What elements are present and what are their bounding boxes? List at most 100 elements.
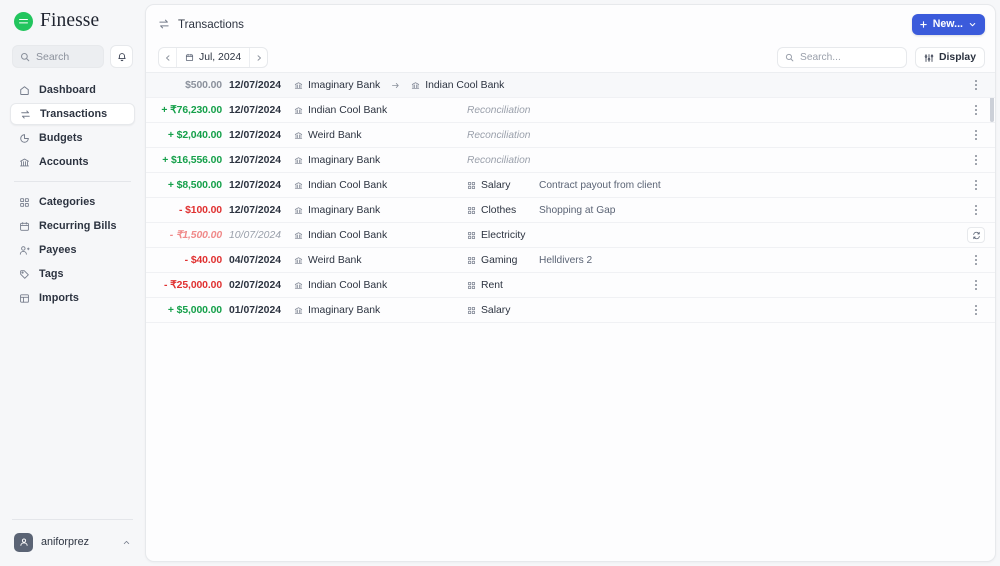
transaction-date: 12/07/2024 [229,129,282,141]
reconciliation-label: Reconciliation [467,129,531,141]
more-vertical-icon[interactable] [969,302,983,318]
target-account-chip: Indian Cool Bank [411,80,504,91]
sidebar-item-budgets[interactable]: Budgets [10,127,135,149]
pie-chart-icon [18,132,30,144]
account-chip: Weird Bank [294,130,362,141]
transactions-table[interactable]: $500.00 12/07/2024 Imaginary Bank Indian Co… [146,72,995,561]
table-row[interactable]: + $5,000.00 01/07/2024 Imaginary Bank Salar… [146,298,995,323]
period-button[interactable]: Jul, 2024 [176,48,251,67]
grid-icon [467,181,476,190]
transaction-account-cell: Weird Bank [294,255,467,266]
sidebar-item-accounts[interactable]: Accounts [10,151,135,173]
bank-icon [294,256,303,265]
period-label: Jul, 2024 [199,52,242,63]
transaction-account-cell: Indian Cool Bank [294,280,467,291]
user-plus-icon [18,244,30,256]
next-month-button[interactable] [250,48,267,67]
page-title: Transactions [178,17,244,31]
table-row[interactable]: + $16,556.00 12/07/2024 Imaginary Bank Reco… [146,148,995,173]
sidebar-item-label: Imports [39,292,79,304]
row-actions [961,127,991,143]
transaction-account-cell: Indian Cool Bank [294,230,467,241]
row-actions [961,302,991,318]
table-row[interactable]: $500.00 12/07/2024 Imaginary Bank Indian Co… [146,73,995,98]
transaction-amount: + $2,040.00 [167,129,222,141]
bank-icon [294,281,303,290]
table-row[interactable]: - ₹25,000.00 02/07/2024 Indian Cool Bank Re… [146,273,995,298]
transaction-note: Shopping at Gap [539,204,616,216]
account-name: Imaginary Bank [308,204,381,216]
table-row[interactable]: + ₹76,230.00 12/07/2024 Indian Cool Bank Re… [146,98,995,123]
plus-icon [919,20,928,29]
account-chip: Imaginary Bank [294,155,380,166]
transaction-amount: + ₹76,230.00 [161,105,222,116]
bank-icon [294,81,303,90]
row-actions [961,227,991,243]
more-vertical-icon[interactable] [969,77,983,93]
transactions-search-placeholder: Search... [800,52,841,63]
new-button[interactable]: New... [911,13,985,35]
account-name: Indian Cool Bank [308,104,388,116]
sliders-icon [924,53,934,63]
row-actions [961,102,991,118]
sidebar-item-payees[interactable]: Payees [10,239,135,261]
account-chip: Imaginary Bank [294,205,380,216]
sidebar-item-tags[interactable]: Tags [10,263,135,285]
transaction-date: 12/07/2024 [229,179,282,191]
search-input[interactable]: Search [12,45,104,68]
grid-icon [467,306,476,315]
transfer-arrows-icon [158,18,170,30]
sidebar-item-transactions[interactable]: Transactions [10,103,135,125]
transaction-account-cell: Weird Bank [294,130,467,141]
sidebar-item-recurring-bills[interactable]: Recurring Bills [10,215,135,237]
category-name: Electricity [481,229,526,241]
table-row[interactable]: - $40.00 04/07/2024 Weird Bank Gaming Helldi… [146,248,995,273]
bank-icon [294,231,303,240]
user-name: aniforprez [41,536,90,548]
target-account-name: Indian Cool Bank [425,79,505,91]
sidebar-footer-divider [12,519,133,520]
search-icon [20,52,30,62]
display-button[interactable]: Display [915,47,985,68]
transaction-date: 12/07/2024 [229,204,282,216]
more-vertical-icon[interactable] [969,102,983,118]
new-button-label: New... [932,18,963,30]
grid-icon [467,206,476,215]
more-vertical-icon[interactable] [969,277,983,293]
recurring-icon[interactable] [967,227,985,243]
row-actions [961,77,991,93]
table-row[interactable]: + $8,500.00 12/07/2024 Indian Cool Bank Sal… [146,173,995,198]
sidebar-item-imports[interactable]: Imports [10,287,135,309]
more-vertical-icon[interactable] [969,177,983,193]
user-menu-button[interactable]: aniforprez [10,527,135,557]
transaction-category-cell: Electricity [467,230,539,241]
more-vertical-icon[interactable] [969,152,983,168]
prev-month-button[interactable] [159,48,176,67]
table-row[interactable]: + $2,040.00 12/07/2024 Weird Bank Reconcili… [146,123,995,148]
bank-icon [411,81,420,90]
transaction-account-cell: Indian Cool Bank [294,105,467,116]
sidebar-item-dashboard[interactable]: Dashboard [10,79,135,101]
sidebar-search-row: Search [10,42,135,68]
more-vertical-icon[interactable] [969,127,983,143]
more-vertical-icon[interactable] [969,252,983,268]
grid-icon [467,256,476,265]
table-row[interactable]: - ₹1,500.00 10/07/2024 Indian Cool Bank Ele… [146,223,995,248]
avatar [14,532,33,552]
transaction-account-cell: Imaginary Bank [294,205,467,216]
search-icon [785,53,794,62]
notifications-button[interactable] [110,45,133,68]
account-name: Imaginary Bank [308,304,381,316]
transactions-search-input[interactable]: Search... [777,47,908,68]
sidebar-item-label: Recurring Bills [39,220,117,232]
more-vertical-icon[interactable] [969,202,983,218]
sidebar-item-label: Accounts [39,156,89,168]
sidebar-item-label: Budgets [39,132,83,144]
transaction-account-cell: Imaginary Bank Indian Cool Bank [294,80,504,91]
account-name: Indian Cool Bank [308,229,388,241]
sidebar-item-categories[interactable]: Categories [10,191,135,213]
table-row[interactable]: - $100.00 12/07/2024 Imaginary Bank Clothes… [146,198,995,223]
transaction-date: 12/07/2024 [229,154,282,166]
transaction-category-cell: Clothes [467,205,539,216]
